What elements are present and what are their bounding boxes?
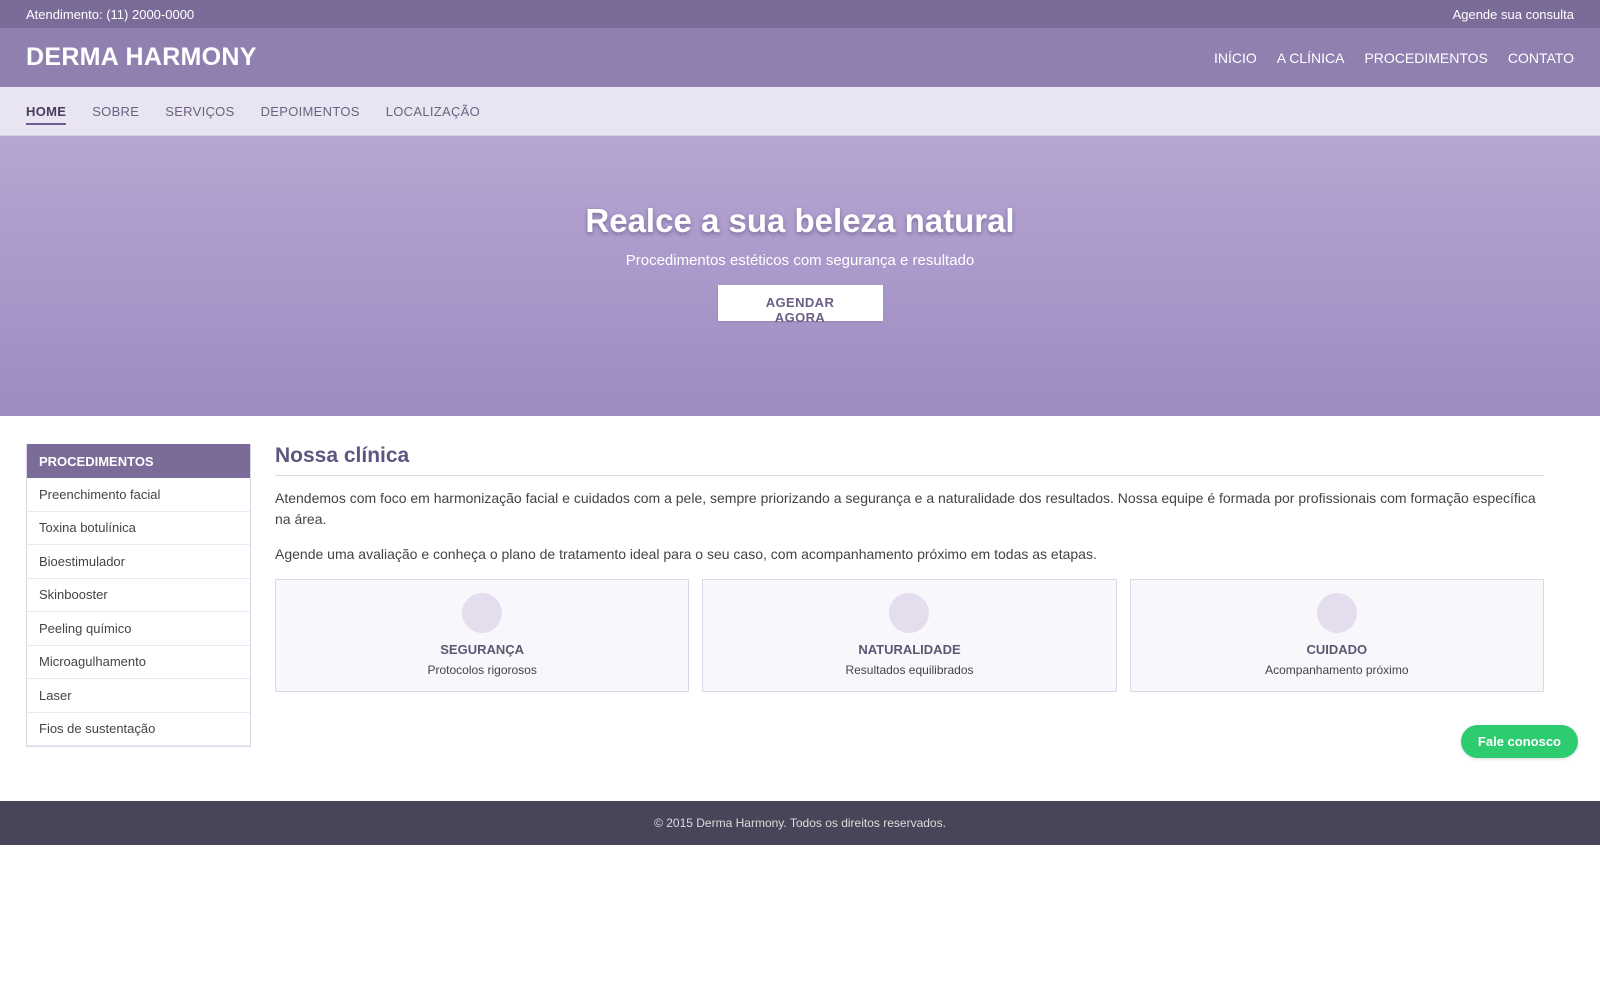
hero-subtitle: Procedimentos estéticos com segurança e … bbox=[625, 251, 975, 269]
main-content: Nossa clínica Atendemos com foco em harm… bbox=[275, 444, 1544, 801]
subnav-localizacao[interactable]: LOCALIZAÇÃO bbox=[386, 87, 480, 136]
nav-procedimentos[interactable]: PROCEDIMENTOS bbox=[1364, 50, 1487, 66]
top-bar: Atendimento: (11) 2000-0000 Agende sua c… bbox=[0, 0, 1600, 28]
content-area: PROCEDIMENTOS Preenchimento facial Toxin… bbox=[0, 416, 1600, 801]
feature-circle-icon bbox=[1316, 593, 1357, 633]
site-footer: © 2015 Derma Harmony. Todos os direitos … bbox=[0, 801, 1600, 845]
subnav-servicos[interactable]: SERVIÇOS bbox=[165, 87, 234, 136]
schedule-link[interactable]: Agende sua consulta bbox=[1453, 7, 1574, 22]
sidebar-item-microagulhamento[interactable]: Microagulhamento bbox=[27, 646, 250, 679]
feature-cards: SEGURANÇA Protocolos rigorosos NATURALID… bbox=[275, 579, 1544, 692]
copyright-text: © 2015 Derma Harmony. Todos os direitos … bbox=[654, 816, 946, 830]
sidebar-item-bioestimulador[interactable]: Bioestimulador bbox=[27, 545, 250, 579]
feature-desc: Acompanhamento próximo bbox=[1265, 663, 1409, 677]
sidebar-item-preenchimento[interactable]: Preenchimento facial bbox=[27, 478, 250, 512]
section-title: Nossa clínica bbox=[275, 444, 1544, 476]
intro-paragraph: Atendemos com foco em harmonização facia… bbox=[275, 490, 1536, 527]
sidebar-title: PROCEDIMENTOS bbox=[27, 444, 250, 478]
nav-inicio[interactable]: INÍCIO bbox=[1214, 50, 1257, 66]
sidebar-item-fios[interactable]: Fios de sustentação bbox=[27, 713, 250, 746]
feature-desc: Protocolos rigorosos bbox=[427, 663, 537, 677]
feature-card-cuidado: CUIDADO Acompanhamento próximo bbox=[1129, 579, 1544, 692]
procedures-sidebar: PROCEDIMENTOS Preenchimento facial Toxin… bbox=[26, 444, 251, 747]
procedures-list: Preenchimento facial Toxina botulínica B… bbox=[27, 478, 250, 746]
contact-us-button[interactable]: Fale conosco bbox=[1460, 725, 1578, 758]
sidebar-item-laser[interactable]: Laser bbox=[27, 679, 250, 713]
nav-contato[interactable]: CONTATO bbox=[1508, 50, 1574, 66]
schedule-now-button[interactable]: AGENDAR AGORA bbox=[717, 284, 883, 325]
sub-nav: HOME SOBRE SERVIÇOS DEPOIMENTOS LOCALIZA… bbox=[0, 87, 1600, 136]
site-logo[interactable]: DERMA HARMONY bbox=[26, 43, 257, 72]
feature-desc: Resultados equilibrados bbox=[845, 663, 974, 677]
nav-a-clinica[interactable]: A CLÍNICA bbox=[1277, 50, 1345, 66]
subnav-depoimentos[interactable]: DEPOIMENTOS bbox=[261, 87, 360, 136]
site-header: DERMA HARMONY INÍCIO A CLÍNICA PROCEDIME… bbox=[0, 28, 1600, 87]
main-nav: INÍCIO A CLÍNICA PROCEDIMENTOS CONTATO bbox=[1214, 50, 1574, 66]
phone-info: Atendimento: (11) 2000-0000 bbox=[26, 6, 195, 22]
feature-title: CUIDADO bbox=[1306, 642, 1368, 657]
subnav-home[interactable]: HOME bbox=[26, 87, 67, 136]
feature-card-seguranca: SEGURANÇA Protocolos rigorosos bbox=[275, 579, 690, 692]
schedule-paragraph: Agende uma avaliação e conheça o plano d… bbox=[275, 546, 1097, 562]
feature-card-naturalidade: NATURALIDADE Resultados equilibrados bbox=[702, 579, 1117, 692]
subnav-sobre[interactable]: SOBRE bbox=[92, 87, 139, 136]
feature-circle-icon bbox=[889, 593, 930, 633]
sidebar-item-toxina[interactable]: Toxina botulínica bbox=[27, 512, 250, 545]
hero-banner: Realce a sua beleza natural Procedimento… bbox=[0, 136, 1600, 416]
feature-circle-icon bbox=[462, 593, 503, 633]
feature-title: SEGURANÇA bbox=[440, 642, 525, 657]
feature-title: NATURALIDADE bbox=[858, 642, 961, 657]
sidebar-item-skinbooster[interactable]: Skinbooster bbox=[27, 579, 250, 612]
sidebar-item-peeling[interactable]: Peeling químico bbox=[27, 612, 250, 646]
hero-title: Realce a sua beleza natural bbox=[585, 201, 1015, 239]
